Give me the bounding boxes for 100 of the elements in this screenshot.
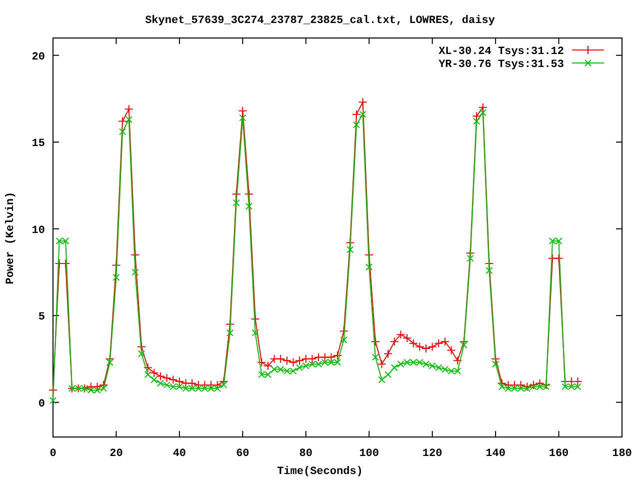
data-point — [320, 352, 330, 362]
data-point — [99, 380, 108, 390]
data-point — [504, 380, 513, 390]
data-point — [390, 337, 399, 346]
data-point — [440, 337, 450, 346]
data-point — [92, 382, 102, 392]
x-tick-label: 120 — [422, 448, 442, 460]
data-point — [542, 380, 551, 390]
data-point — [282, 356, 292, 366]
data-point — [377, 360, 386, 369]
data-point — [54, 259, 64, 268]
data-point — [156, 372, 165, 381]
data-point — [453, 356, 462, 366]
data-point — [250, 314, 260, 324]
x-tick-label: 40 — [172, 448, 186, 460]
data-point — [246, 202, 252, 210]
data-point — [244, 190, 254, 199]
y-tick-label: 15 — [32, 138, 45, 150]
data-point — [510, 380, 520, 390]
data-point — [50, 397, 56, 404]
data-point — [174, 376, 184, 386]
data-point — [326, 352, 336, 362]
data-point — [150, 368, 159, 378]
data-point — [124, 104, 134, 114]
data-point — [48, 386, 58, 395]
data-point — [415, 342, 424, 352]
data-point — [212, 380, 222, 390]
chart-title: Skynet_57639_3C274_23787_23825_cal.txt, LOWRES, daisy — [145, 15, 495, 27]
data-point — [566, 376, 576, 386]
data-point — [422, 344, 430, 354]
y-tick-label: 5 — [38, 312, 45, 324]
x-tick-label: 0 — [50, 448, 56, 460]
x-tick-label: 180 — [612, 448, 632, 460]
data-point — [263, 361, 272, 370]
data-point — [554, 254, 564, 263]
data-point — [181, 378, 190, 388]
data-point — [112, 274, 120, 281]
data-point — [402, 334, 412, 343]
data-point — [408, 338, 418, 348]
data-point — [61, 259, 70, 268]
data-point — [339, 326, 348, 336]
legend-line-icon — [572, 46, 604, 54]
data-point — [308, 354, 317, 364]
data-point — [188, 378, 197, 388]
data-point — [314, 352, 324, 362]
data-point — [370, 337, 380, 346]
data-point — [548, 254, 557, 263]
data-point — [366, 264, 373, 270]
data-point — [119, 128, 126, 136]
data-point — [478, 102, 488, 112]
data-point — [516, 380, 526, 390]
data-point — [301, 354, 310, 364]
data-point — [238, 106, 248, 116]
data-point — [497, 378, 506, 388]
data-point — [364, 250, 374, 260]
data-point — [143, 363, 152, 372]
x-tick-label: 20 — [110, 448, 123, 460]
data-point — [118, 116, 128, 126]
y-tick-label: 20 — [32, 51, 45, 64]
data-point — [446, 346, 456, 355]
data-point — [434, 338, 444, 348]
data-point — [137, 342, 146, 352]
legend-line-icon — [572, 60, 604, 66]
data-point — [288, 358, 298, 367]
data-point — [194, 380, 203, 390]
x-tick-label: 80 — [299, 448, 312, 460]
data-point — [358, 98, 368, 107]
data-point — [206, 380, 216, 390]
legend-label: XL-30.24 Tsys:31.12 — [438, 46, 564, 58]
data-point — [522, 382, 532, 392]
legend-label: YR-30.76 Tsys:31.53 — [438, 59, 564, 71]
data-point — [200, 380, 210, 390]
y-tick-label: 10 — [32, 224, 45, 237]
data-point — [276, 354, 286, 364]
y-tick-label: 0 — [38, 398, 45, 410]
data-point — [130, 250, 140, 260]
data-point — [257, 358, 266, 367]
data-point — [168, 375, 178, 384]
data-point — [384, 349, 393, 358]
data-point — [226, 320, 235, 329]
data-point — [162, 374, 172, 383]
data-point — [529, 380, 538, 390]
data-point — [86, 382, 96, 392]
x-tick-label: 140 — [486, 448, 506, 460]
data-point — [396, 330, 406, 340]
x-tick-label: 100 — [359, 448, 380, 460]
data-point — [428, 342, 437, 352]
data-point — [219, 376, 228, 386]
data-point — [295, 356, 304, 366]
data-point — [333, 350, 342, 360]
data-point — [472, 112, 482, 121]
data-point — [535, 378, 544, 388]
data-point — [132, 268, 139, 276]
x-axis-label: Time(Seconds) — [277, 466, 363, 478]
data-point — [232, 190, 241, 199]
x-tick-label: 60 — [236, 448, 250, 460]
data-point — [346, 238, 355, 248]
data-point — [112, 260, 121, 270]
x-tick-label: 160 — [548, 448, 569, 460]
data-point — [573, 376, 582, 386]
